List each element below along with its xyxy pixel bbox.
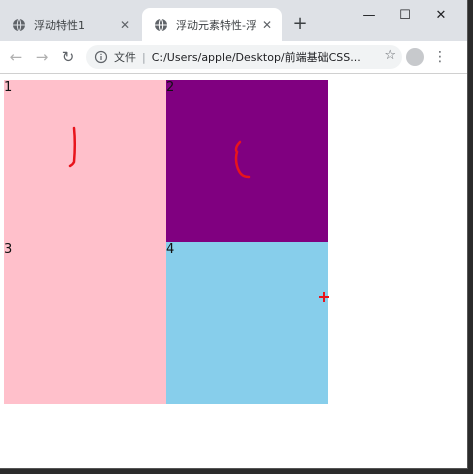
box-label: 1 [4, 80, 13, 95]
forward-button[interactable]: → [32, 47, 52, 67]
annotation-stroke-1 [68, 126, 76, 168]
tab-strip: 浮动特性1 ✕ 浮动元素特性-浮动 ✕ + — ☐ ✕ [0, 0, 467, 41]
tab-floating-1[interactable]: 浮动特性1 ✕ [0, 8, 140, 41]
float-box-3: 3 [4, 242, 166, 404]
box-label: 2 [166, 80, 175, 95]
tab-close-icon[interactable]: ✕ [262, 18, 272, 32]
info-icon[interactable] [94, 50, 108, 64]
address-scheme-label: 文件 [114, 51, 136, 64]
box-label: 3 [4, 242, 13, 257]
new-tab-button[interactable]: + [288, 12, 312, 36]
globe-icon [13, 18, 25, 31]
tab-title: 浮动特性1 [34, 18, 85, 32]
tab-floating-element[interactable]: 浮动元素特性-浮动 ✕ [142, 8, 282, 41]
browser-toolbar: ← → ↻ 文件 | C:/Users/apple/Desktop/前端基础CS… [0, 41, 467, 74]
close-window-button[interactable]: ✕ [423, 4, 459, 28]
tab-close-icon[interactable]: ✕ [120, 18, 130, 32]
float-box-4: 4 [166, 242, 328, 404]
back-button[interactable]: ← [6, 47, 26, 67]
menu-icon[interactable]: ⋮ [433, 47, 447, 67]
address-bar[interactable]: 文件 | C:/Users/apple/Desktop/前端基础CSS... ☆ [86, 45, 402, 69]
maximize-button[interactable]: ☐ [387, 4, 423, 28]
address-url[interactable]: C:/Users/apple/Desktop/前端基础CSS... [152, 49, 361, 65]
reload-button[interactable]: ↻ [58, 47, 78, 67]
avatar-icon[interactable] [406, 48, 424, 66]
globe-icon [155, 18, 167, 31]
annotation-cross [319, 292, 329, 302]
annotation-stroke-2 [234, 140, 251, 179]
minimize-button[interactable]: — [351, 4, 387, 28]
tab-title: 浮动元素特性-浮动 [176, 18, 256, 32]
browser-window: 浮动特性1 ✕ 浮动元素特性-浮动 ✕ + — ☐ ✕ ← → ↻ 文件 | [0, 0, 468, 469]
box-label: 4 [166, 242, 175, 257]
bookmark-star-icon[interactable]: ☆ [384, 48, 396, 63]
page-viewport: 1 2 3 4 [0, 74, 467, 468]
address-separator: | [142, 50, 146, 64]
